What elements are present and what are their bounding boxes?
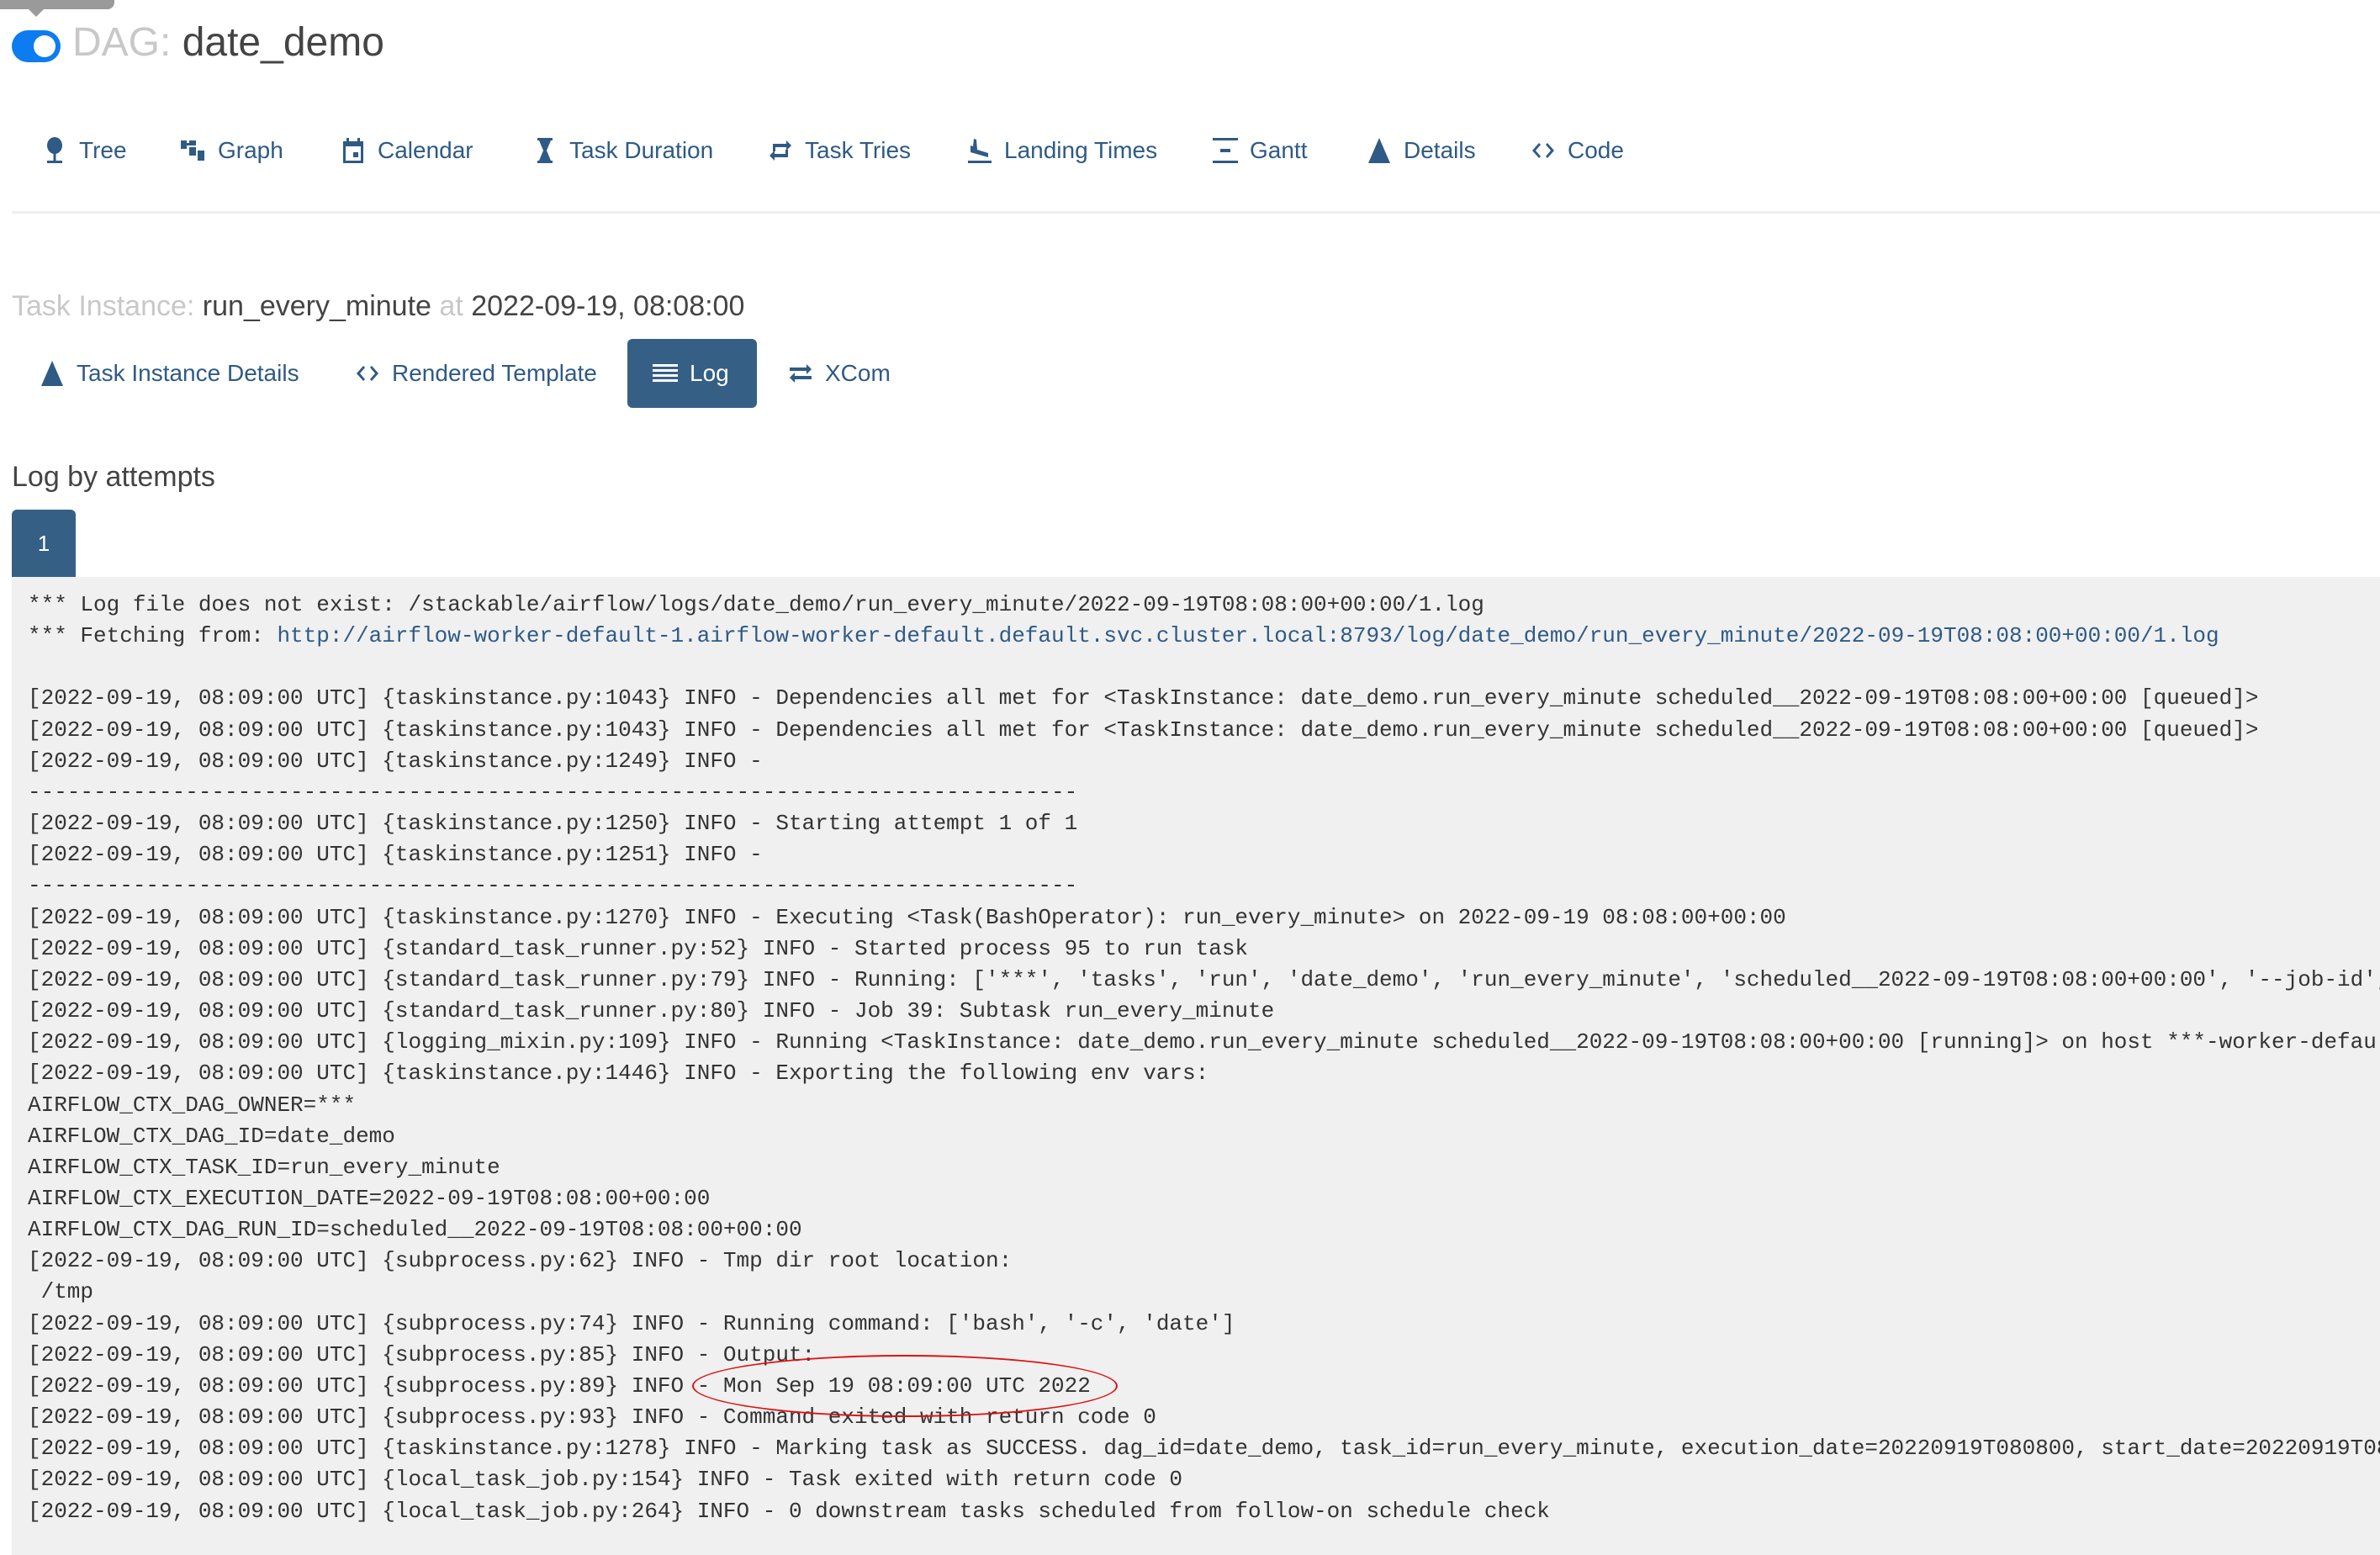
tab-log[interactable]: Log bbox=[627, 339, 757, 408]
calendar-icon bbox=[343, 138, 363, 163]
details-icon bbox=[41, 361, 63, 386]
tab-label: Rendered Template bbox=[392, 360, 597, 386]
nav-details[interactable]: Details bbox=[1367, 131, 1476, 170]
retry-icon bbox=[770, 140, 791, 161]
nav-label: Graph bbox=[218, 137, 283, 163]
nav-gantt[interactable]: Gantt bbox=[1213, 131, 1307, 170]
tooltip-arrow bbox=[29, 9, 44, 17]
nav-label: Details bbox=[1404, 137, 1476, 163]
log-content: *** Log file does not exist: /stackable/… bbox=[12, 577, 2380, 1527]
log-fetch-link[interactable]: http://airflow-worker-default-1.airflow-… bbox=[277, 623, 2219, 648]
attempt-tab-1[interactable]: 1 bbox=[12, 510, 76, 577]
task-id: run_every_minute bbox=[202, 290, 431, 322]
nav-task-duration[interactable]: Task Duration bbox=[532, 131, 713, 170]
nav-graph[interactable]: Graph bbox=[181, 131, 283, 170]
log-body: [2022-09-19, 08:09:00 UTC] {taskinstance… bbox=[28, 685, 2380, 1399]
tree-icon bbox=[47, 137, 62, 163]
nav-tree[interactable]: Tree bbox=[42, 131, 127, 170]
nav-calendar[interactable]: Calendar bbox=[341, 131, 473, 170]
page-title: DAG: date_demo bbox=[72, 19, 384, 67]
log-body-rest: [2022-09-19, 08:09:00 UTC] {subprocess.p… bbox=[28, 1404, 2380, 1524]
tooltip-remnant bbox=[0, 0, 114, 9]
task-instance-title: Task Instance: run_every_minute at 2022-… bbox=[12, 288, 744, 325]
log-viewer[interactable]: *** Log file does not exist: /stackable/… bbox=[12, 577, 2380, 1555]
code-icon bbox=[357, 366, 378, 381]
details-icon bbox=[1368, 138, 1390, 163]
nav-label: Task Tries bbox=[805, 137, 912, 163]
tab-label: XCom bbox=[825, 360, 891, 386]
gantt-icon bbox=[1213, 138, 1238, 163]
log-line: *** Log file does not exist: /stackable/… bbox=[28, 592, 1484, 617]
list-icon bbox=[653, 364, 678, 382]
tab-label: Task Instance Details bbox=[77, 360, 299, 386]
exchange-icon bbox=[790, 364, 812, 383]
hourglass-icon bbox=[537, 138, 553, 163]
execution-date: 2022-09-19, 08:08:00 bbox=[471, 290, 745, 322]
nav-label: Task Duration bbox=[569, 137, 714, 163]
nav-label: Tree bbox=[79, 137, 127, 163]
divider bbox=[12, 211, 2380, 214]
dag-label: DAG: bbox=[72, 20, 172, 65]
log-by-attempts-heading: Log by attempts bbox=[12, 461, 215, 493]
at-label: at bbox=[439, 290, 463, 322]
nav-code[interactable]: Code bbox=[1531, 131, 1624, 170]
code-icon bbox=[1532, 143, 1554, 158]
tab-task-instance-details[interactable]: Task Instance Details bbox=[40, 354, 299, 393]
highlighted-output-text: - Mon Sep 19 08:09:00 UTC 2022 bbox=[696, 1373, 1091, 1399]
tab-rendered-template[interactable]: Rendered Template bbox=[355, 354, 597, 393]
nav-label: Code bbox=[1568, 137, 1624, 163]
dag-pause-toggle[interactable] bbox=[12, 30, 61, 62]
nav-label: Landing Times bbox=[1004, 137, 1158, 163]
dag-id: date_demo bbox=[182, 20, 384, 65]
task-instance-label: Task Instance: bbox=[12, 290, 195, 322]
graph-icon bbox=[181, 140, 204, 161]
tab-xcom[interactable]: XCom bbox=[788, 354, 891, 393]
log-line-prefix: *** Fetching from: bbox=[28, 623, 278, 649]
nav-landing-times[interactable]: Landing Times bbox=[967, 131, 1157, 170]
tab-label: Log bbox=[690, 360, 729, 386]
nav-task-tries[interactable]: Task Tries bbox=[768, 131, 911, 170]
plane-landing-icon bbox=[968, 139, 992, 163]
nav-label: Calendar bbox=[378, 137, 473, 163]
nav-label: Gantt bbox=[1250, 137, 1308, 163]
